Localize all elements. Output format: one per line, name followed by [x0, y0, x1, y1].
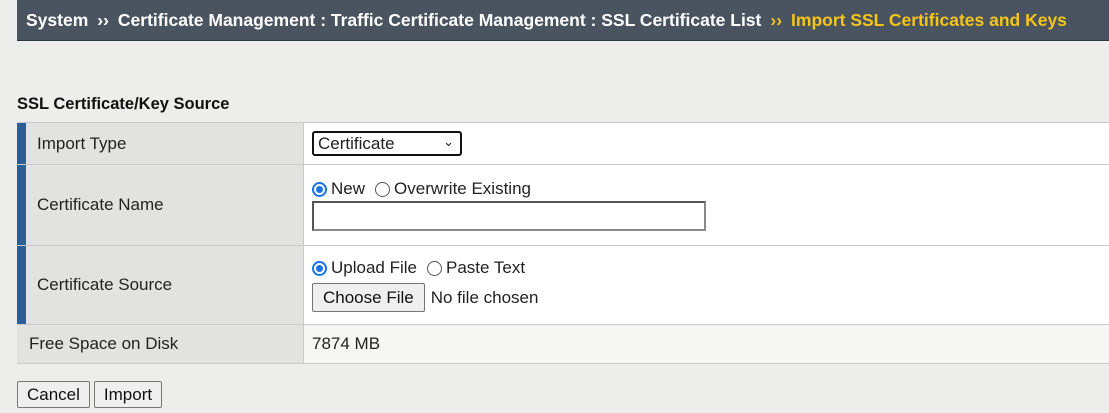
import-type-label: Import Type	[17, 123, 304, 164]
upload-file-radio-label[interactable]: Upload File	[331, 258, 417, 278]
import-button[interactable]: Import	[93, 381, 163, 408]
breadcrumb-separator: ››	[97, 9, 109, 30]
breadcrumb-ssl-certificate-list[interactable]: Certificate Management : Traffic Certifi…	[118, 10, 761, 31]
form-row-certificate-source: Certificate Source Upload File Paste Tex…	[17, 246, 1109, 325]
free-space-value: 7874 MB	[304, 325, 1109, 363]
breadcrumb: System ›› Certificate Management : Traff…	[17, 0, 1109, 41]
upload-file-radio[interactable]	[312, 260, 327, 276]
form-actions: Cancel Import	[17, 381, 163, 408]
free-space-label: Free Space on Disk	[17, 325, 304, 363]
file-status: No file chosen	[430, 287, 539, 307]
import-form: Import Type Certificate ⌄ Certificate Na…	[17, 122, 1109, 364]
certificate-name-cell: New Overwrite Existing	[304, 165, 1109, 245]
breadcrumb-system[interactable]: System	[26, 10, 88, 31]
cancel-button[interactable]: Cancel	[17, 381, 90, 408]
import-type-select[interactable]: Certificate	[312, 131, 462, 156]
certificate-name-label: Certificate Name	[17, 165, 304, 245]
new-radio-label[interactable]: New	[331, 179, 365, 199]
breadcrumb-current: Import SSL Certificates and Keys	[791, 9, 1067, 30]
paste-text-radio[interactable]	[427, 260, 442, 276]
form-row-import-type: Import Type Certificate ⌄	[17, 123, 1109, 165]
overwrite-existing-radio-label[interactable]: Overwrite Existing	[394, 179, 531, 199]
breadcrumb-separator: ››	[770, 9, 783, 30]
form-row-free-space: Free Space on Disk 7874 MB	[17, 325, 1109, 364]
form-row-certificate-name: Certificate Name New Overwrite Existing	[17, 165, 1109, 246]
import-type-select-wrapper: Certificate ⌄	[312, 131, 462, 156]
overwrite-existing-radio[interactable]	[375, 181, 391, 197]
certificate-name-radio-group: New Overwrite Existing	[312, 179, 1109, 199]
certificate-name-input[interactable]	[312, 201, 706, 231]
paste-text-radio-label[interactable]: Paste Text	[446, 258, 525, 278]
file-picker: Choose File No file chosen	[312, 283, 1109, 312]
certificate-source-label: Certificate Source	[17, 246, 304, 324]
choose-file-button[interactable]: Choose File	[312, 283, 425, 312]
import-type-cell: Certificate ⌄	[304, 123, 1109, 164]
certificate-source-radio-group: Upload File Paste Text	[312, 258, 1109, 278]
section-title: SSL Certificate/Key Source	[17, 95, 230, 113]
new-radio[interactable]	[312, 181, 327, 197]
certificate-source-cell: Upload File Paste Text Choose File No fi…	[304, 246, 1109, 324]
